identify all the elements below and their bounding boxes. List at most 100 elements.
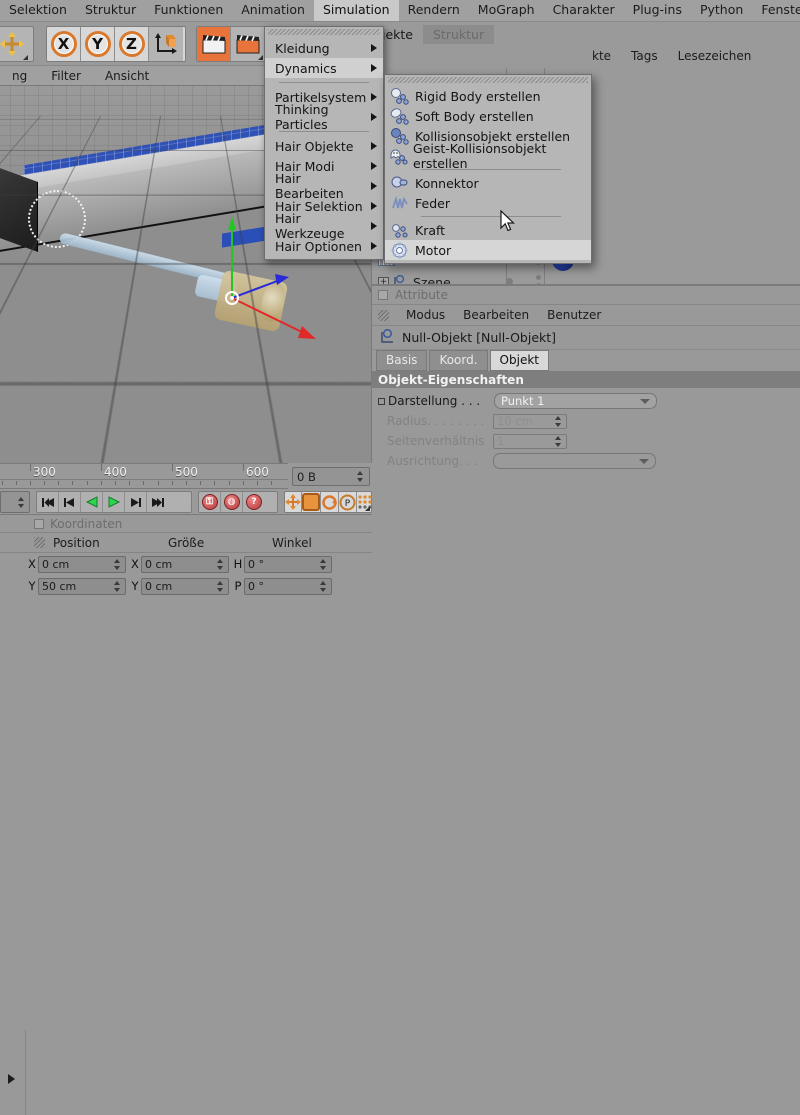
record-key-button[interactable]: ⚿	[199, 492, 221, 512]
om-menu-objekte[interactable]: kte	[582, 49, 621, 63]
submenu-item-kraft[interactable]: Kraft	[385, 220, 591, 240]
menu-item-rendern[interactable]: Rendern	[399, 0, 469, 21]
combo-darstellung[interactable]: Punkt 1	[494, 393, 657, 409]
coordinates-title-bar: Koordinaten	[0, 515, 372, 533]
stepper-icon[interactable]	[113, 558, 122, 571]
panel-grip-icon[interactable]	[34, 537, 45, 548]
render-region-button[interactable]	[231, 27, 265, 61]
menu-item-hair-objekte[interactable]: Hair Objekte	[265, 136, 383, 156]
parameter-key-button[interactable]: P	[339, 492, 357, 512]
rotation-key-button[interactable]	[321, 492, 339, 512]
frame-stepper-icon[interactable]	[356, 470, 365, 483]
render-view-button[interactable]	[197, 27, 231, 61]
world-object-coord-button[interactable]	[149, 27, 183, 61]
prev-frame-button[interactable]	[59, 492, 81, 512]
menu-item-funktionen[interactable]: Funktionen	[145, 0, 232, 21]
submenu-item-motor[interactable]: Motor	[385, 240, 591, 260]
viewport-menu-filter[interactable]: Filter	[39, 69, 93, 83]
stepper-icon[interactable]	[554, 415, 563, 428]
menu-item-plugins[interactable]: Plug-ins	[624, 0, 691, 21]
menu-item-hair-bearbeiten[interactable]: Hair Bearbeiten	[265, 171, 383, 201]
current-frame-field[interactable]: 0 B	[292, 467, 370, 486]
stepper-icon[interactable]	[113, 580, 122, 593]
panel-menu-box[interactable]	[34, 518, 44, 529]
next-frame-button[interactable]	[125, 492, 147, 512]
tab-objekt[interactable]: Objekt	[489, 350, 549, 371]
field-rot-p[interactable]: 0 °	[244, 577, 332, 595]
scale-key-button[interactable]	[302, 492, 321, 512]
playback-left-stepper[interactable]	[0, 491, 30, 513]
key-options-button[interactable]: ?	[243, 492, 265, 512]
field-size-y[interactable]: 0 cm	[141, 577, 229, 595]
animate-toggle-icon[interactable]	[378, 397, 385, 405]
tab-struktur[interactable]: Struktur	[423, 24, 495, 44]
expand-arrow-icon[interactable]	[8, 1074, 15, 1084]
om-menu-tags[interactable]: Tags	[621, 49, 668, 63]
menu-item-simulation[interactable]: Simulation	[313, 0, 399, 21]
combo-ausrichtung[interactable]: Kamera	[493, 453, 656, 469]
move-tool-group[interactable]	[0, 26, 34, 62]
menu-label: Thinking Particles	[275, 102, 329, 132]
menu-tearoff-grip[interactable]	[268, 29, 380, 35]
stepper-icon[interactable]	[319, 580, 328, 593]
goto-start-button[interactable]	[37, 492, 59, 512]
field-seitenverhaeltnis[interactable]: 1	[493, 433, 567, 449]
submenu-item-feder[interactable]: Feder	[385, 193, 591, 213]
menu-item-kleidung[interactable]: Kleidung	[265, 38, 383, 58]
viewport-menu-display[interactable]: ng	[0, 69, 39, 83]
field-radius[interactable]: 10 cm	[493, 413, 567, 429]
field-pos-y[interactable]: 50 cm	[38, 577, 126, 595]
viewport-menu-ansicht[interactable]: Ansicht	[93, 69, 161, 83]
stepper-icon[interactable]	[554, 435, 563, 448]
play-forward-button[interactable]	[103, 492, 125, 512]
axis-z-button[interactable]: Z	[115, 27, 149, 61]
menu-item-hair-optionen[interactable]: Hair Optionen	[265, 236, 383, 256]
panel-menu-box[interactable]	[378, 290, 388, 300]
menu-item-animation[interactable]: Animation	[232, 0, 314, 21]
stepper-icon[interactable]	[216, 580, 225, 593]
submenu-item-soft-body[interactable]: Soft Body erstellen	[385, 106, 591, 126]
om-menu-lesezeichen[interactable]: Lesezeichen	[668, 49, 762, 63]
menu-item-python[interactable]: Python	[691, 0, 752, 21]
menu-item-thinking-particles[interactable]: Thinking Particles	[265, 102, 383, 132]
panel-grip-icon[interactable]	[378, 309, 389, 321]
axis-x-label: X	[57, 35, 70, 53]
am-menu-bearbeiten[interactable]: Bearbeiten	[454, 308, 538, 322]
field-pos-x[interactable]: 0 cm	[38, 555, 126, 573]
submenu-tearoff-grip[interactable]	[388, 77, 588, 83]
menu-item-struktur[interactable]: Struktur	[76, 0, 145, 21]
menu-item-dynamics[interactable]: Dynamics	[265, 58, 383, 78]
axis-y-button[interactable]: Y	[81, 27, 115, 61]
autokey-button[interactable]: ◍	[221, 492, 243, 512]
menu-item-fenster[interactable]: Fenster	[752, 0, 800, 21]
tab-koord[interactable]: Koord.	[429, 350, 488, 371]
menu-label: Hair Optionen	[275, 238, 362, 254]
visibility-dot-render-top[interactable]	[536, 275, 541, 280]
field-rot-h[interactable]: 0 °	[244, 555, 332, 573]
chevron-down-icon	[640, 398, 650, 404]
tab-basis[interactable]: Basis	[376, 350, 428, 371]
coordinates-side-tab[interactable]	[0, 1030, 26, 1115]
field-seitenverhaeltnis-value: 1	[497, 434, 505, 448]
move-tool-button[interactable]	[0, 27, 29, 61]
am-menu-benutzer[interactable]: Benutzer	[538, 308, 610, 322]
submenu-item-konnektor[interactable]: Konnektor	[385, 173, 591, 193]
menu-item-charakter[interactable]: Charakter	[544, 0, 624, 21]
stepper-icon[interactable]	[319, 558, 328, 571]
axis-x-button[interactable]: X	[47, 27, 81, 61]
goto-end-button[interactable]	[147, 492, 169, 512]
menu-item-mograph[interactable]: MoGraph	[469, 0, 544, 21]
stepper-icon[interactable]	[216, 558, 225, 571]
field-size-x[interactable]: 0 cm	[141, 555, 229, 573]
stepper-icon[interactable]	[17, 496, 26, 509]
menu-item-selektion[interactable]: Selektion	[0, 0, 76, 21]
submenu-item-geist-kollisionsobjekt[interactable]: Geist-Kollisionsobjekt erstellen	[385, 141, 591, 171]
connector-icon	[389, 174, 411, 192]
play-reverse-button[interactable]	[81, 492, 103, 512]
am-menu-modus[interactable]: Modus	[397, 308, 454, 322]
menu-item-hair-werkzeuge[interactable]: Hair Werkzeuge	[265, 211, 383, 241]
timeline-ruler[interactable]: 300 400 500 600	[0, 463, 288, 489]
field-radius-value: 10 cm	[497, 414, 533, 428]
position-key-button[interactable]	[285, 492, 302, 512]
submenu-item-rigid-body[interactable]: Rigid Body erstellen	[385, 86, 591, 106]
